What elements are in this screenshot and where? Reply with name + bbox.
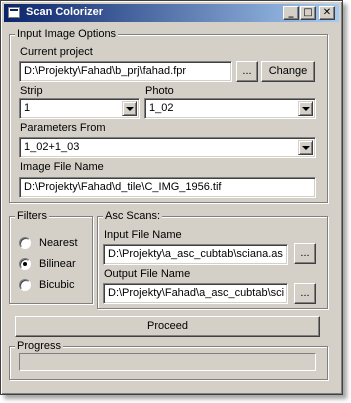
radio-selected-icon[interactable] (19, 258, 31, 270)
photo-select[interactable]: 1_02 (144, 98, 316, 119)
current-project-label: Current project (20, 46, 93, 58)
window-title: Scan Colorizer (26, 6, 104, 18)
strip-value: 1 (24, 102, 31, 114)
input-file-name-label: Input File Name (104, 229, 182, 241)
input-image-options-label: Input Image Options (15, 28, 119, 40)
filters-label: Filters (15, 210, 49, 222)
radio-icon[interactable] (19, 237, 31, 249)
input-file-browse-button[interactable]: ... (294, 243, 316, 264)
proceed-button[interactable]: Proceed (15, 316, 320, 337)
parameters-from-select[interactable]: 1_02+1_03 (19, 137, 316, 158)
filter-bicubic-label: Bicubic (39, 279, 75, 291)
image-file-name-label: Image File Name (20, 161, 104, 173)
progress-label: Progress (15, 340, 64, 352)
maximize-button[interactable]: □ (300, 6, 316, 20)
filter-bilinear-label: Bilinear (39, 258, 76, 270)
title-bar[interactable]: Scan Colorizer _ □ ✕ (4, 4, 339, 22)
image-file-name-field[interactable]: D:\Projekty\Fahad\d_tile\C_IMG_1956.tif (19, 177, 316, 198)
current-project-field[interactable]: D:\Projekty\Fahad\b_prj\fahad.fpr (19, 61, 232, 82)
close-button[interactable]: ✕ (319, 6, 335, 20)
output-file-name-field[interactable]: D:\Projekty\Fahad\a_asc_cubtab\sci (103, 283, 288, 304)
output-file-name-label: Output File Name (104, 268, 191, 280)
filter-nearest-label: Nearest (39, 237, 78, 249)
radio-icon[interactable] (19, 279, 31, 291)
output-file-browse-button[interactable]: ... (294, 283, 316, 304)
chevron-down-icon[interactable] (298, 101, 313, 116)
parameters-from-value: 1_02+1_03 (24, 141, 80, 153)
photo-value: 1_02 (149, 102, 174, 114)
chevron-down-icon[interactable] (298, 140, 313, 155)
progress-bar (19, 353, 316, 371)
photo-label: Photo (145, 85, 174, 97)
change-button[interactable]: Change (261, 61, 315, 82)
app-icon (8, 7, 20, 18)
strip-select[interactable]: 1 (19, 98, 140, 119)
minimize-button[interactable]: _ (283, 6, 299, 20)
strip-label: Strip (20, 85, 43, 97)
parameters-from-label: Parameters From (20, 122, 106, 134)
scan-colorizer-window: Scan Colorizer _ □ ✕ Input Image Options… (0, 0, 343, 395)
project-browse-button[interactable]: ... (236, 61, 258, 82)
asc-scans-label: Asc Scans: (103, 210, 163, 222)
input-file-name-field[interactable]: D:\Projekty\a_asc_cubtab\sciana.as (103, 244, 288, 265)
chevron-down-icon[interactable] (122, 101, 137, 116)
